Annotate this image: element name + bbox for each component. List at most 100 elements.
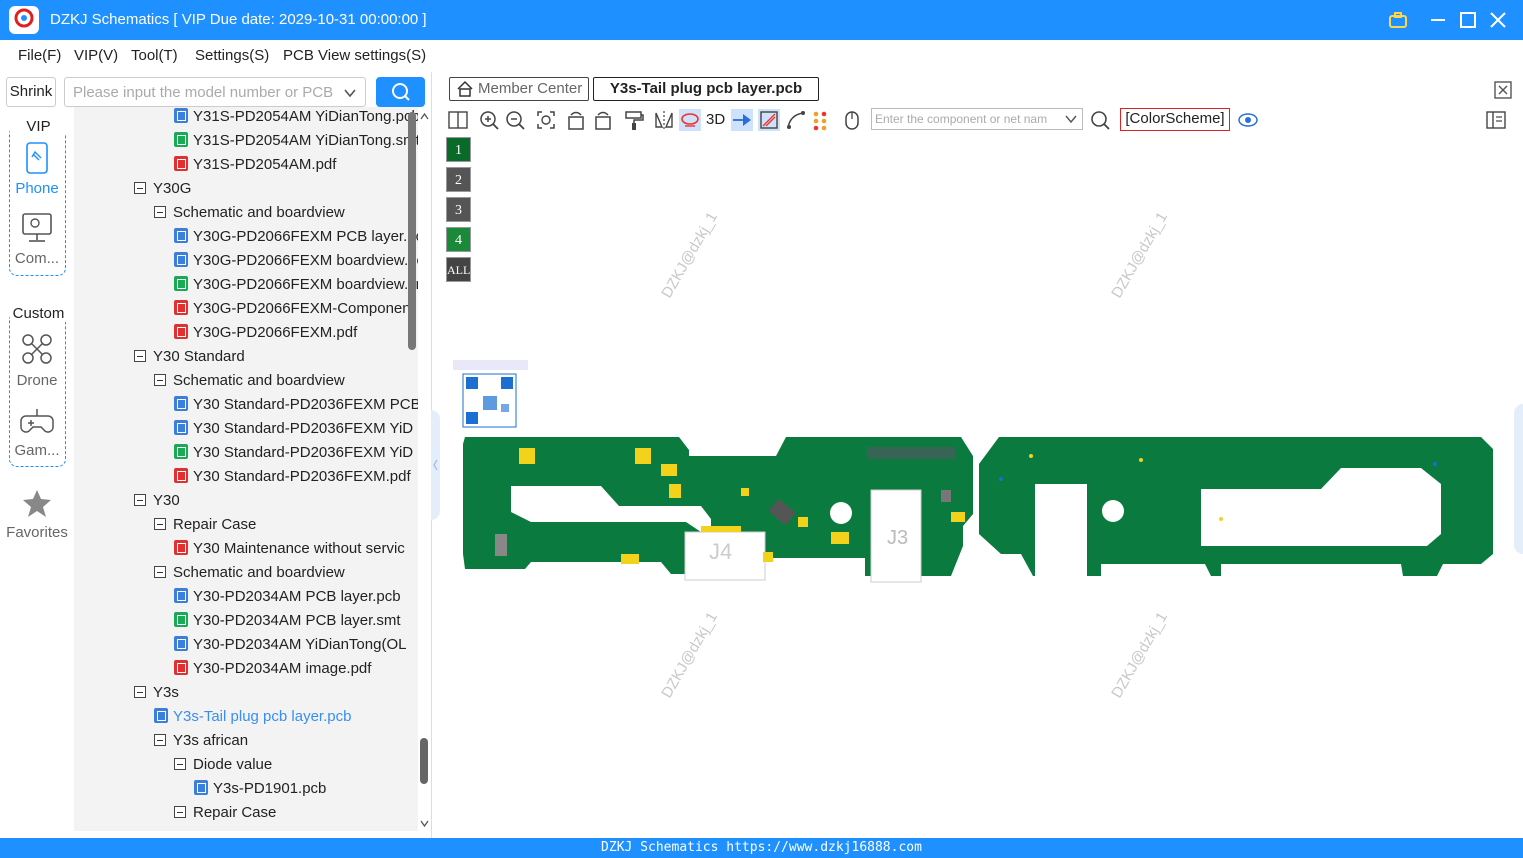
curve-draw-icon[interactable] (785, 109, 807, 131)
mirror-flip-icon[interactable] (653, 109, 675, 131)
tree-file[interactable]: Y31S-PD2054AM YiDianTong.smt (174, 129, 418, 153)
pcb-toolbar: 3D Enter the component or net nam [Color… (441, 106, 1523, 134)
tree-folder[interactable]: Y30G (134, 177, 191, 201)
tree-folder[interactable]: Repair Case (154, 513, 256, 537)
tree-file[interactable]: Y30 Standard-PD2036FEXM.pdf (174, 465, 411, 489)
paint-roller-icon[interactable] (623, 109, 645, 131)
tree-file[interactable]: Y30-PD2034AM PCB layer.smt (174, 609, 401, 633)
view-3d-button[interactable]: 3D (706, 109, 730, 131)
collapse-toggle-icon[interactable] (154, 518, 166, 530)
tree-item-label: Y30 (153, 492, 180, 509)
nav-drone[interactable]: Drone (0, 332, 74, 389)
vip-group-title: VIP (10, 118, 67, 135)
tab-active-pcb[interactable]: Y3s-Tail plug pcb layer.pcb (593, 77, 819, 101)
collapse-toggle-icon[interactable] (134, 350, 146, 362)
tree-file[interactable]: Y31S-PD2054AM YiDianTong.pcb (174, 107, 418, 129)
search-button[interactable] (376, 77, 425, 107)
tree-file[interactable]: Y30G-PD2066FEXM boardview.pcb (174, 249, 418, 273)
tree-file[interactable]: Y30G-PD2066FEXM.pdf (174, 321, 357, 345)
trace-arrow-icon[interactable] (731, 109, 753, 131)
rotate-left-icon[interactable] (565, 109, 587, 131)
pcb-canvas[interactable]: 1 2 3 4 ALL DZKJ@dzkj_1 DZKJ@dzkj_1 DZKJ… (441, 134, 1523, 838)
tree-scrollbar-thumb-secondary[interactable] (420, 738, 428, 784)
tree-file[interactable]: Y30-PD2034AM image.pdf (174, 657, 371, 681)
chevron-down-icon[interactable] (343, 85, 357, 104)
tree-file[interactable]: Y30-PD2034AM PCB layer.pcb (174, 585, 401, 609)
collapse-toggle-icon[interactable] (134, 182, 146, 194)
tree-folder[interactable]: Schematic and boardview (154, 369, 345, 393)
collapse-toggle-icon[interactable] (174, 806, 186, 818)
nav-games[interactable]: Gam... (0, 402, 74, 459)
collapse-toggle-icon[interactable] (154, 374, 166, 386)
fit-view-icon[interactable] (535, 109, 557, 131)
custom-group-title: Custom (10, 305, 67, 322)
tree-file[interactable]: Y30 Standard-PD2036FEXM YiD (174, 417, 413, 441)
tree-file[interactable]: Y30-PD2034AM YiDianTong(OL (174, 633, 406, 657)
close-tab-icon[interactable] (1493, 80, 1513, 100)
scroll-up-icon[interactable] (418, 110, 431, 123)
chevron-down-icon[interactable] (1064, 112, 1078, 126)
menu-pcb-view-settings[interactable]: PCB View settings(S) (283, 47, 426, 64)
net-highlight-icon[interactable] (679, 109, 701, 131)
board-select-icon[interactable] (758, 109, 780, 131)
side-panel-icon[interactable] (1485, 109, 1507, 131)
tree-folder[interactable]: Diode value (174, 753, 272, 777)
collapse-toggle-icon[interactable] (154, 566, 166, 578)
collapse-toggle-icon[interactable] (174, 758, 186, 770)
tree-file[interactable]: Y3s-PD1901.pcb (194, 777, 326, 801)
briefcase-icon[interactable] (1386, 8, 1410, 32)
nav-computer[interactable]: Com... (0, 212, 74, 267)
nav-favorites[interactable]: Favorites (0, 488, 74, 541)
zoom-out-icon[interactable] (504, 109, 526, 131)
tree-file[interactable]: Y30 Standard-PD2036FEXM PCB (174, 393, 418, 417)
menu-tool[interactable]: Tool(T) (131, 47, 178, 64)
tree-folder[interactable]: Schematic and boardview (154, 201, 345, 225)
tree-file[interactable]: Y30G-PD2066FEXM-Component (174, 297, 415, 321)
model-search-input[interactable] (66, 79, 336, 105)
zoom-in-icon[interactable] (478, 109, 500, 131)
pcb-board-drawing: J3 J4 (453, 360, 1493, 583)
model-file-tree[interactable]: Y31S-PD2054AM YiDianTong.pcb Y31S-PD2054A… (74, 107, 418, 831)
component-search-input[interactable]: Enter the component or net nam (871, 108, 1083, 130)
close-button[interactable] (1486, 8, 1510, 32)
tree-file[interactable]: Y31S-PD2054AM.pdf (174, 153, 336, 177)
maximize-button[interactable] (1456, 8, 1480, 32)
tree-item-label: Y30G (153, 180, 192, 197)
tree-folder[interactable]: Schematic and boardview (154, 561, 345, 585)
collapse-toggle-icon[interactable] (154, 734, 166, 746)
minimize-button[interactable] (1426, 8, 1450, 32)
rotate-right-icon[interactable] (592, 109, 614, 131)
tree-file[interactable]: Y30 Maintenance without servic (174, 537, 405, 561)
model-search-box[interactable] (64, 77, 366, 107)
collapse-right-handle[interactable] (1514, 404, 1523, 554)
pin-dots-icon[interactable] (811, 109, 833, 131)
window-title: DZKJ Schematics [ VIP Due date: 2029-10-… (50, 11, 427, 28)
tree-file[interactable]: Y3s-Tail plug pcb layer.pcb (154, 705, 351, 729)
tree-folder[interactable]: Y30 Standard (134, 345, 245, 369)
menu-settings[interactable]: Settings(S) (195, 47, 269, 64)
tree-folder[interactable]: Y30 (134, 489, 180, 513)
tree-file[interactable]: Y30G-PD2066FEXM PCB layer.pcb (174, 225, 418, 249)
tree-scrollbar-thumb[interactable] (408, 112, 416, 350)
menu-vip[interactable]: VIP(V) (74, 47, 118, 64)
color-scheme-button[interactable]: [ColorScheme] (1120, 108, 1230, 131)
collapse-toggle-icon[interactable] (154, 206, 166, 218)
tree-scrollbar[interactable] (418, 107, 431, 831)
tree-folder[interactable]: Y3s african (154, 729, 248, 753)
tree-file[interactable]: Y30 Standard-PD2036FEXM YiD (174, 441, 413, 465)
collapse-panel-handle[interactable] (431, 410, 440, 520)
eye-icon[interactable] (1237, 109, 1259, 131)
mouse-icon[interactable] (841, 109, 863, 131)
tree-folder[interactable]: Repair Case (174, 801, 276, 825)
component-search-icon[interactable] (1089, 109, 1111, 131)
menu-file[interactable]: File(F) (18, 47, 61, 64)
scroll-down-icon[interactable] (418, 817, 431, 830)
tree-folder[interactable]: Y3s (134, 681, 179, 705)
shrink-button[interactable]: Shrink (6, 77, 56, 107)
collapse-toggle-icon[interactable] (134, 686, 146, 698)
collapse-toggle-icon[interactable] (134, 494, 146, 506)
split-view-icon[interactable] (447, 109, 469, 131)
tab-member-center[interactable]: Member Center (449, 77, 589, 101)
tree-file[interactable]: Y30G-PD2066FEXM boardview.smt (174, 273, 418, 297)
nav-phone[interactable]: Phone (0, 142, 74, 197)
